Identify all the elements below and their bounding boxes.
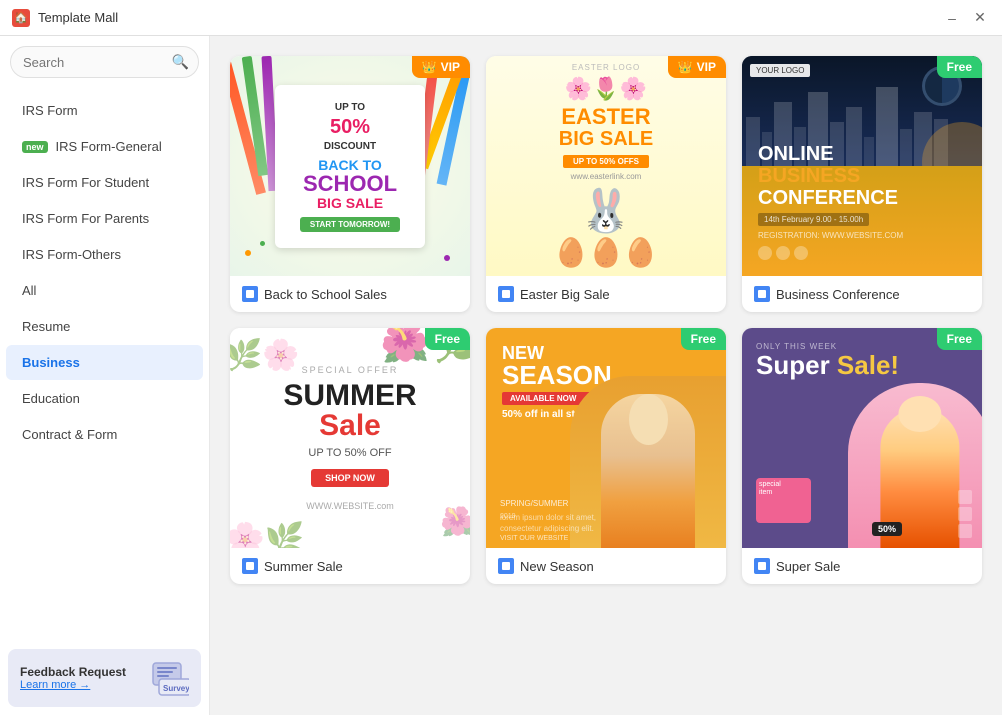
badge-free-1: Free: [937, 56, 982, 78]
card-easter-big-sale[interactable]: EASTER LOGO 🌸🌷🌸 EASTER BIG SALE UP TO 50…: [486, 56, 726, 312]
sidebar-item-contract-form[interactable]: Contract & Form: [6, 417, 203, 452]
sidebar-item-irs-form[interactable]: IRS Form: [6, 93, 203, 128]
sidebar-item-label-irs-form-general: IRS Form-General: [56, 139, 162, 154]
feedback-link[interactable]: Learn more →: [20, 679, 126, 691]
feedback-banner[interactable]: Feedback Request Learn more → Survey: [8, 649, 201, 707]
sidebar-item-business[interactable]: Business: [6, 345, 203, 380]
card-image-summer: 🌺🌿 🌿🌸 🌸🌿 🌺 SPECIAL OFFER SUMMER Sale UP …: [230, 328, 470, 548]
sidebar-item-irs-form-parents[interactable]: IRS Form For Parents: [6, 201, 203, 236]
card-label-back-to-school: Back to School Sales: [230, 276, 470, 312]
main-layout: 🔍 IRS Form new IRS Form-General IRS Form Fo…: [0, 36, 1002, 715]
new-badge-irs-form-general: new: [22, 141, 48, 153]
sidebar-item-resume[interactable]: Resume: [6, 309, 203, 344]
sidebar-item-label-irs-form: IRS Form: [22, 103, 78, 118]
card-image-conference: YOUR LOGO ONLINEBUSINESSCONFERENCE 14th …: [742, 56, 982, 276]
card-image-back-to-school: UP TO50%DISCOUNT BACK TO SCHOOL BIG SALE…: [230, 56, 470, 276]
feedback-text-area: Feedback Request Learn more →: [20, 665, 126, 691]
card-super-sale[interactable]: ONLY THIS WEEK Super Sale! specialitem: [742, 328, 982, 584]
card-label-summer: Summer Sale: [230, 548, 470, 584]
close-button[interactable]: ✕: [970, 8, 990, 28]
title-bar-controls: – ✕: [942, 8, 990, 28]
sidebar-item-education[interactable]: Education: [6, 381, 203, 416]
card-business-conference[interactable]: YOUR LOGO ONLINEBUSINESSCONFERENCE 14th …: [742, 56, 982, 312]
sidebar-item-irs-form-student[interactable]: IRS Form For Student: [6, 165, 203, 200]
sidebar-item-irs-form-others[interactable]: IRS Form-Others: [6, 237, 203, 272]
sidebar-item-label-contract-form: Contract & Form: [22, 427, 117, 442]
search-icon: 🔍: [172, 54, 189, 71]
card-label-icon-3: [754, 286, 770, 302]
sidebar-item-label-irs-form-student: IRS Form For Student: [22, 175, 149, 190]
card-summer-sale[interactable]: 🌺🌿 🌿🌸 🌸🌿 🌺 SPECIAL OFFER SUMMER Sale UP …: [230, 328, 470, 584]
badge-free-3: Free: [681, 328, 726, 350]
feedback-title: Feedback Request: [20, 665, 126, 679]
minimize-button[interactable]: –: [942, 8, 962, 28]
card-label-supersale: Super Sale: [742, 548, 982, 584]
badge-free-2: Free: [425, 328, 470, 350]
sidebar-item-label-irs-form-parents: IRS Form For Parents: [22, 211, 149, 226]
search-box: 🔍: [10, 46, 199, 78]
badge-vip-2: 👑VIP: [668, 56, 726, 78]
sidebar-item-label-irs-form-others: IRS Form-Others: [22, 247, 121, 262]
card-label-icon-4: [242, 558, 258, 574]
sidebar-item-label-education: Education: [22, 391, 80, 406]
card-back-to-school[interactable]: UP TO50%DISCOUNT BACK TO SCHOOL BIG SALE…: [230, 56, 470, 312]
card-label-conference: Business Conference: [742, 276, 982, 312]
badge-vip-1: 👑VIP: [412, 56, 470, 78]
card-label-icon-2: [498, 286, 514, 302]
card-image-season: NEW SEASON AVAILABLE NOW 50% off in all …: [486, 328, 726, 548]
content-area: UP TO50%DISCOUNT BACK TO SCHOOL BIG SALE…: [210, 36, 1002, 715]
app-icon: 🏠: [12, 9, 30, 27]
sidebar-item-all[interactable]: All: [6, 273, 203, 308]
svg-text:Survey: Survey: [163, 684, 189, 693]
sidebar-item-irs-form-general[interactable]: new IRS Form-General: [6, 129, 203, 164]
card-label-icon-6: [754, 558, 770, 574]
sidebar-item-label-business: Business: [22, 355, 80, 370]
card-label-season: New Season: [486, 548, 726, 584]
card-image-easter: EASTER LOGO 🌸🌷🌸 EASTER BIG SALE UP TO 50…: [486, 56, 726, 276]
card-new-season[interactable]: NEW SEASON AVAILABLE NOW 50% off in all …: [486, 328, 726, 584]
sidebar: 🔍 IRS Form new IRS Form-General IRS Form Fo…: [0, 36, 210, 715]
sidebar-item-label-all: All: [22, 283, 36, 298]
card-image-supersale: ONLY THIS WEEK Super Sale! specialitem: [742, 328, 982, 548]
card-label-icon-1: [242, 286, 258, 302]
app-title: Template Mall: [38, 10, 118, 25]
template-grid: UP TO50%DISCOUNT BACK TO SCHOOL BIG SALE…: [230, 56, 982, 584]
card-label-easter: Easter Big Sale: [486, 276, 726, 312]
sidebar-nav: IRS Form new IRS Form-General IRS Form For …: [0, 88, 209, 641]
title-bar-left: 🏠 Template Mall: [12, 9, 118, 27]
card-label-icon-5: [498, 558, 514, 574]
sidebar-item-label-resume: Resume: [22, 319, 70, 334]
feedback-icon: Survey: [151, 659, 189, 697]
badge-free-4: Free: [937, 328, 982, 350]
title-bar: 🏠 Template Mall – ✕: [0, 0, 1002, 36]
